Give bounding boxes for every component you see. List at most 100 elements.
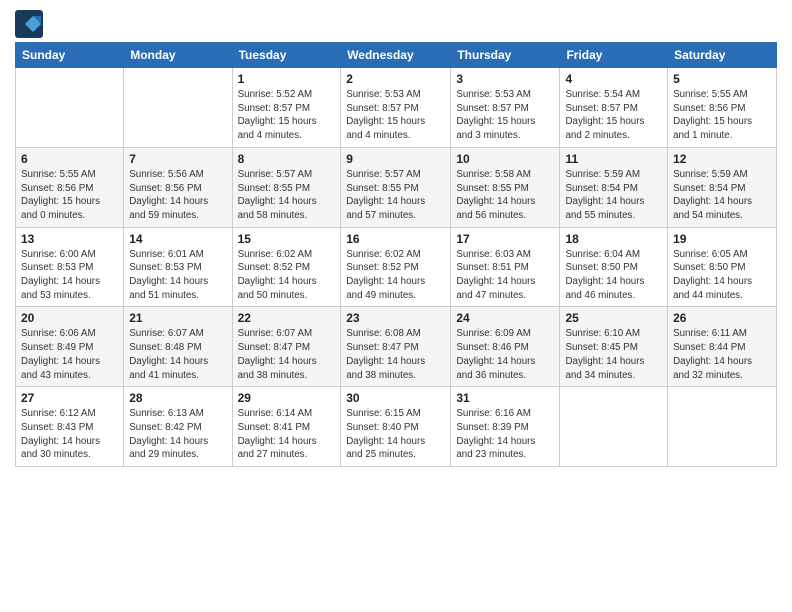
day-number: 10 xyxy=(456,152,554,166)
day-info: Sunrise: 6:05 AM Sunset: 8:50 PM Dayligh… xyxy=(673,248,771,303)
calendar-table: SundayMondayTuesdayWednesdayThursdayFrid… xyxy=(15,42,777,467)
calendar-cell: 13 Sunrise: 6:00 AM Sunset: 8:53 PM Dayli… xyxy=(16,227,124,307)
day-info: Sunrise: 5:55 AM Sunset: 8:56 PM Dayligh… xyxy=(21,168,118,223)
day-info: Sunrise: 5:59 AM Sunset: 8:54 PM Dayligh… xyxy=(565,168,662,223)
day-number: 25 xyxy=(565,311,662,325)
calendar-week-2: 6 Sunrise: 5:55 AM Sunset: 8:56 PM Daylig… xyxy=(16,147,777,227)
weekday-header-friday: Friday xyxy=(560,43,668,68)
day-number: 27 xyxy=(21,391,118,405)
calendar-cell: 11 Sunrise: 5:59 AM Sunset: 8:54 PM Dayli… xyxy=(560,147,668,227)
day-number: 2 xyxy=(346,72,445,86)
day-info: Sunrise: 5:52 AM Sunset: 8:57 PM Dayligh… xyxy=(238,88,336,143)
calendar-cell: 22 Sunrise: 6:07 AM Sunset: 8:47 PM Dayli… xyxy=(232,307,341,387)
day-number: 23 xyxy=(346,311,445,325)
day-info: Sunrise: 6:02 AM Sunset: 8:52 PM Dayligh… xyxy=(346,248,445,303)
page: SundayMondayTuesdayWednesdayThursdayFrid… xyxy=(0,0,792,612)
day-number: 14 xyxy=(129,232,226,246)
weekday-header-row: SundayMondayTuesdayWednesdayThursdayFrid… xyxy=(16,43,777,68)
calendar-cell: 21 Sunrise: 6:07 AM Sunset: 8:48 PM Dayli… xyxy=(124,307,232,387)
day-info: Sunrise: 5:58 AM Sunset: 8:55 PM Dayligh… xyxy=(456,168,554,223)
weekday-header-sunday: Sunday xyxy=(16,43,124,68)
logo xyxy=(15,10,47,38)
day-info: Sunrise: 6:03 AM Sunset: 8:51 PM Dayligh… xyxy=(456,248,554,303)
calendar-cell xyxy=(124,68,232,148)
day-number: 1 xyxy=(238,72,336,86)
day-number: 29 xyxy=(238,391,336,405)
calendar-cell: 18 Sunrise: 6:04 AM Sunset: 8:50 PM Dayli… xyxy=(560,227,668,307)
day-number: 7 xyxy=(129,152,226,166)
calendar-cell: 10 Sunrise: 5:58 AM Sunset: 8:55 PM Dayli… xyxy=(451,147,560,227)
calendar-cell: 12 Sunrise: 5:59 AM Sunset: 8:54 PM Dayli… xyxy=(668,147,777,227)
day-number: 16 xyxy=(346,232,445,246)
day-info: Sunrise: 5:53 AM Sunset: 8:57 PM Dayligh… xyxy=(456,88,554,143)
day-number: 3 xyxy=(456,72,554,86)
day-number: 20 xyxy=(21,311,118,325)
weekday-header-saturday: Saturday xyxy=(668,43,777,68)
day-number: 15 xyxy=(238,232,336,246)
day-number: 11 xyxy=(565,152,662,166)
day-info: Sunrise: 6:15 AM Sunset: 8:40 PM Dayligh… xyxy=(346,407,445,462)
day-number: 13 xyxy=(21,232,118,246)
calendar-week-1: 1 Sunrise: 5:52 AM Sunset: 8:57 PM Daylig… xyxy=(16,68,777,148)
day-number: 4 xyxy=(565,72,662,86)
day-info: Sunrise: 6:12 AM Sunset: 8:43 PM Dayligh… xyxy=(21,407,118,462)
calendar-cell: 6 Sunrise: 5:55 AM Sunset: 8:56 PM Daylig… xyxy=(16,147,124,227)
day-info: Sunrise: 5:57 AM Sunset: 8:55 PM Dayligh… xyxy=(346,168,445,223)
day-number: 8 xyxy=(238,152,336,166)
day-number: 17 xyxy=(456,232,554,246)
weekday-header-wednesday: Wednesday xyxy=(341,43,451,68)
day-number: 24 xyxy=(456,311,554,325)
calendar-cell: 31 Sunrise: 6:16 AM Sunset: 8:39 PM Dayli… xyxy=(451,387,560,467)
day-number: 12 xyxy=(673,152,771,166)
day-info: Sunrise: 5:54 AM Sunset: 8:57 PM Dayligh… xyxy=(565,88,662,143)
day-info: Sunrise: 6:06 AM Sunset: 8:49 PM Dayligh… xyxy=(21,327,118,382)
day-number: 30 xyxy=(346,391,445,405)
day-info: Sunrise: 5:59 AM Sunset: 8:54 PM Dayligh… xyxy=(673,168,771,223)
calendar-cell: 23 Sunrise: 6:08 AM Sunset: 8:47 PM Dayli… xyxy=(341,307,451,387)
calendar-cell: 30 Sunrise: 6:15 AM Sunset: 8:40 PM Dayli… xyxy=(341,387,451,467)
day-number: 21 xyxy=(129,311,226,325)
day-number: 9 xyxy=(346,152,445,166)
day-info: Sunrise: 5:55 AM Sunset: 8:56 PM Dayligh… xyxy=(673,88,771,143)
day-info: Sunrise: 6:08 AM Sunset: 8:47 PM Dayligh… xyxy=(346,327,445,382)
calendar-cell: 4 Sunrise: 5:54 AM Sunset: 8:57 PM Daylig… xyxy=(560,68,668,148)
day-info: Sunrise: 6:13 AM Sunset: 8:42 PM Dayligh… xyxy=(129,407,226,462)
calendar-cell: 8 Sunrise: 5:57 AM Sunset: 8:55 PM Daylig… xyxy=(232,147,341,227)
calendar-cell: 9 Sunrise: 5:57 AM Sunset: 8:55 PM Daylig… xyxy=(341,147,451,227)
day-info: Sunrise: 6:01 AM Sunset: 8:53 PM Dayligh… xyxy=(129,248,226,303)
calendar-cell: 24 Sunrise: 6:09 AM Sunset: 8:46 PM Dayli… xyxy=(451,307,560,387)
weekday-header-thursday: Thursday xyxy=(451,43,560,68)
day-info: Sunrise: 6:00 AM Sunset: 8:53 PM Dayligh… xyxy=(21,248,118,303)
calendar-cell: 25 Sunrise: 6:10 AM Sunset: 8:45 PM Dayli… xyxy=(560,307,668,387)
day-number: 19 xyxy=(673,232,771,246)
day-info: Sunrise: 6:04 AM Sunset: 8:50 PM Dayligh… xyxy=(565,248,662,303)
calendar-cell: 28 Sunrise: 6:13 AM Sunset: 8:42 PM Dayli… xyxy=(124,387,232,467)
day-info: Sunrise: 5:56 AM Sunset: 8:56 PM Dayligh… xyxy=(129,168,226,223)
weekday-header-tuesday: Tuesday xyxy=(232,43,341,68)
day-number: 22 xyxy=(238,311,336,325)
calendar-cell: 17 Sunrise: 6:03 AM Sunset: 8:51 PM Dayli… xyxy=(451,227,560,307)
calendar-cell: 5 Sunrise: 5:55 AM Sunset: 8:56 PM Daylig… xyxy=(668,68,777,148)
day-number: 31 xyxy=(456,391,554,405)
day-number: 18 xyxy=(565,232,662,246)
day-info: Sunrise: 6:07 AM Sunset: 8:47 PM Dayligh… xyxy=(238,327,336,382)
calendar-cell xyxy=(560,387,668,467)
day-number: 28 xyxy=(129,391,226,405)
calendar-cell: 14 Sunrise: 6:01 AM Sunset: 8:53 PM Dayli… xyxy=(124,227,232,307)
day-info: Sunrise: 6:10 AM Sunset: 8:45 PM Dayligh… xyxy=(565,327,662,382)
calendar-cell: 29Sunrise: 6:14 AM Sunset: 8:41 PM Dayli… xyxy=(232,387,341,467)
weekday-header-monday: Monday xyxy=(124,43,232,68)
day-info: Sunrise: 6:16 AM Sunset: 8:39 PM Dayligh… xyxy=(456,407,554,462)
calendar-cell: 2Sunrise: 5:53 AM Sunset: 8:57 PM Daylig… xyxy=(341,68,451,148)
calendar-cell: 7 Sunrise: 5:56 AM Sunset: 8:56 PM Daylig… xyxy=(124,147,232,227)
day-info: Sunrise: 5:57 AM Sunset: 8:55 PM Dayligh… xyxy=(238,168,336,223)
calendar-week-5: 27 Sunrise: 6:12 AM Sunset: 8:43 PM Dayli… xyxy=(16,387,777,467)
day-number: 5 xyxy=(673,72,771,86)
day-info: Sunrise: 6:07 AM Sunset: 8:48 PM Dayligh… xyxy=(129,327,226,382)
header xyxy=(15,10,777,38)
day-info: Sunrise: 6:02 AM Sunset: 8:52 PM Dayligh… xyxy=(238,248,336,303)
calendar-cell xyxy=(668,387,777,467)
day-number: 6 xyxy=(21,152,118,166)
day-number: 26 xyxy=(673,311,771,325)
day-info: Sunrise: 6:09 AM Sunset: 8:46 PM Dayligh… xyxy=(456,327,554,382)
